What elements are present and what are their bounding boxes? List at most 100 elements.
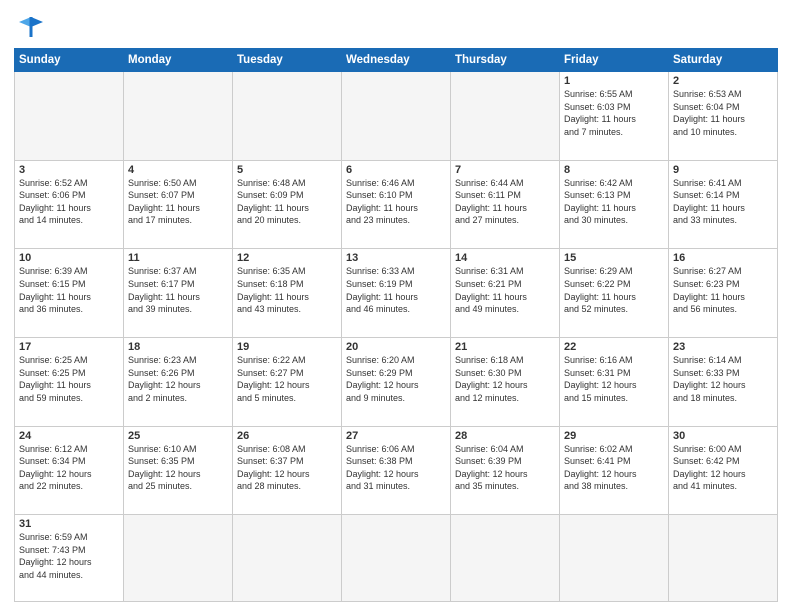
calendar-cell — [451, 72, 560, 161]
calendar-cell: 23Sunrise: 6:14 AM Sunset: 6:33 PM Dayli… — [669, 337, 778, 426]
week-row-3: 17Sunrise: 6:25 AM Sunset: 6:25 PM Dayli… — [15, 337, 778, 426]
day-number: 23 — [673, 341, 773, 353]
week-row-5: 31Sunrise: 6:59 AM Sunset: 7:43 PM Dayli… — [15, 515, 778, 602]
calendar-cell: 18Sunrise: 6:23 AM Sunset: 6:26 PM Dayli… — [124, 337, 233, 426]
day-number: 18 — [128, 341, 228, 353]
calendar-cell: 28Sunrise: 6:04 AM Sunset: 6:39 PM Dayli… — [451, 426, 560, 515]
day-info: Sunrise: 6:46 AM Sunset: 6:10 PM Dayligh… — [346, 177, 446, 227]
day-number: 21 — [455, 341, 555, 353]
day-number: 15 — [564, 252, 664, 264]
day-info: Sunrise: 6:22 AM Sunset: 6:27 PM Dayligh… — [237, 354, 337, 404]
day-number: 2 — [673, 75, 773, 87]
weekday-header-row: SundayMondayTuesdayWednesdayThursdayFrid… — [15, 49, 778, 72]
day-info: Sunrise: 6:06 AM Sunset: 6:38 PM Dayligh… — [346, 443, 446, 493]
calendar-cell: 31Sunrise: 6:59 AM Sunset: 7:43 PM Dayli… — [15, 515, 124, 602]
calendar-cell — [669, 515, 778, 602]
weekday-header-sunday: Sunday — [15, 49, 124, 72]
calendar-cell — [342, 515, 451, 602]
calendar-cell — [560, 515, 669, 602]
day-number: 11 — [128, 252, 228, 264]
calendar-cell — [233, 72, 342, 161]
day-info: Sunrise: 6:18 AM Sunset: 6:30 PM Dayligh… — [455, 354, 555, 404]
calendar-cell: 15Sunrise: 6:29 AM Sunset: 6:22 PM Dayli… — [560, 249, 669, 338]
day-info: Sunrise: 6:41 AM Sunset: 6:14 PM Dayligh… — [673, 177, 773, 227]
day-info: Sunrise: 6:23 AM Sunset: 6:26 PM Dayligh… — [128, 354, 228, 404]
logo — [14, 14, 45, 42]
day-number: 30 — [673, 430, 773, 442]
day-number: 28 — [455, 430, 555, 442]
day-info: Sunrise: 6:42 AM Sunset: 6:13 PM Dayligh… — [564, 177, 664, 227]
day-number: 7 — [455, 164, 555, 176]
day-info: Sunrise: 6:53 AM Sunset: 6:04 PM Dayligh… — [673, 88, 773, 138]
day-info: Sunrise: 6:29 AM Sunset: 6:22 PM Dayligh… — [564, 265, 664, 315]
day-info: Sunrise: 6:12 AM Sunset: 6:34 PM Dayligh… — [19, 443, 119, 493]
day-number: 31 — [19, 518, 119, 530]
day-number: 17 — [19, 341, 119, 353]
day-info: Sunrise: 6:25 AM Sunset: 6:25 PM Dayligh… — [19, 354, 119, 404]
day-number: 16 — [673, 252, 773, 264]
calendar-cell — [342, 72, 451, 161]
weekday-header-tuesday: Tuesday — [233, 49, 342, 72]
day-info: Sunrise: 6:02 AM Sunset: 6:41 PM Dayligh… — [564, 443, 664, 493]
calendar-cell: 3Sunrise: 6:52 AM Sunset: 6:06 PM Daylig… — [15, 160, 124, 249]
calendar-cell — [451, 515, 560, 602]
day-info: Sunrise: 6:59 AM Sunset: 7:43 PM Dayligh… — [19, 531, 119, 581]
day-number: 20 — [346, 341, 446, 353]
week-row-2: 10Sunrise: 6:39 AM Sunset: 6:15 PM Dayli… — [15, 249, 778, 338]
calendar-cell: 11Sunrise: 6:37 AM Sunset: 6:17 PM Dayli… — [124, 249, 233, 338]
calendar-cell: 27Sunrise: 6:06 AM Sunset: 6:38 PM Dayli… — [342, 426, 451, 515]
weekday-header-saturday: Saturday — [669, 49, 778, 72]
day-number: 24 — [19, 430, 119, 442]
calendar-cell: 17Sunrise: 6:25 AM Sunset: 6:25 PM Dayli… — [15, 337, 124, 426]
calendar-cell: 14Sunrise: 6:31 AM Sunset: 6:21 PM Dayli… — [451, 249, 560, 338]
day-number: 3 — [19, 164, 119, 176]
day-info: Sunrise: 6:35 AM Sunset: 6:18 PM Dayligh… — [237, 265, 337, 315]
day-number: 14 — [455, 252, 555, 264]
calendar-cell — [124, 515, 233, 602]
calendar-cell: 5Sunrise: 6:48 AM Sunset: 6:09 PM Daylig… — [233, 160, 342, 249]
day-number: 29 — [564, 430, 664, 442]
day-info: Sunrise: 6:16 AM Sunset: 6:31 PM Dayligh… — [564, 354, 664, 404]
day-info: Sunrise: 6:55 AM Sunset: 6:03 PM Dayligh… — [564, 88, 664, 138]
day-number: 19 — [237, 341, 337, 353]
day-number: 1 — [564, 75, 664, 87]
calendar-cell: 22Sunrise: 6:16 AM Sunset: 6:31 PM Dayli… — [560, 337, 669, 426]
calendar-cell: 24Sunrise: 6:12 AM Sunset: 6:34 PM Dayli… — [15, 426, 124, 515]
calendar-cell: 10Sunrise: 6:39 AM Sunset: 6:15 PM Dayli… — [15, 249, 124, 338]
calendar-cell: 9Sunrise: 6:41 AM Sunset: 6:14 PM Daylig… — [669, 160, 778, 249]
day-info: Sunrise: 6:50 AM Sunset: 6:07 PM Dayligh… — [128, 177, 228, 227]
day-number: 4 — [128, 164, 228, 176]
calendar-cell: 8Sunrise: 6:42 AM Sunset: 6:13 PM Daylig… — [560, 160, 669, 249]
week-row-0: 1Sunrise: 6:55 AM Sunset: 6:03 PM Daylig… — [15, 72, 778, 161]
day-info: Sunrise: 6:14 AM Sunset: 6:33 PM Dayligh… — [673, 354, 773, 404]
day-info: Sunrise: 6:37 AM Sunset: 6:17 PM Dayligh… — [128, 265, 228, 315]
day-number: 12 — [237, 252, 337, 264]
day-info: Sunrise: 6:33 AM Sunset: 6:19 PM Dayligh… — [346, 265, 446, 315]
calendar-cell: 12Sunrise: 6:35 AM Sunset: 6:18 PM Dayli… — [233, 249, 342, 338]
weekday-header-thursday: Thursday — [451, 49, 560, 72]
day-info: Sunrise: 6:31 AM Sunset: 6:21 PM Dayligh… — [455, 265, 555, 315]
day-info: Sunrise: 6:20 AM Sunset: 6:29 PM Dayligh… — [346, 354, 446, 404]
calendar-cell: 2Sunrise: 6:53 AM Sunset: 6:04 PM Daylig… — [669, 72, 778, 161]
calendar-cell: 1Sunrise: 6:55 AM Sunset: 6:03 PM Daylig… — [560, 72, 669, 161]
week-row-4: 24Sunrise: 6:12 AM Sunset: 6:34 PM Dayli… — [15, 426, 778, 515]
logo-flag-icon — [17, 14, 45, 42]
day-number: 5 — [237, 164, 337, 176]
day-number: 26 — [237, 430, 337, 442]
calendar-cell: 21Sunrise: 6:18 AM Sunset: 6:30 PM Dayli… — [451, 337, 560, 426]
day-number: 6 — [346, 164, 446, 176]
calendar-cell — [15, 72, 124, 161]
calendar-table: SundayMondayTuesdayWednesdayThursdayFrid… — [14, 48, 778, 602]
day-number: 8 — [564, 164, 664, 176]
day-info: Sunrise: 6:48 AM Sunset: 6:09 PM Dayligh… — [237, 177, 337, 227]
header — [14, 10, 778, 42]
calendar-cell: 29Sunrise: 6:02 AM Sunset: 6:41 PM Dayli… — [560, 426, 669, 515]
day-number: 25 — [128, 430, 228, 442]
day-number: 9 — [673, 164, 773, 176]
calendar-cell: 7Sunrise: 6:44 AM Sunset: 6:11 PM Daylig… — [451, 160, 560, 249]
calendar-cell: 13Sunrise: 6:33 AM Sunset: 6:19 PM Dayli… — [342, 249, 451, 338]
day-info: Sunrise: 6:04 AM Sunset: 6:39 PM Dayligh… — [455, 443, 555, 493]
day-info: Sunrise: 6:00 AM Sunset: 6:42 PM Dayligh… — [673, 443, 773, 493]
day-number: 22 — [564, 341, 664, 353]
calendar-cell: 19Sunrise: 6:22 AM Sunset: 6:27 PM Dayli… — [233, 337, 342, 426]
